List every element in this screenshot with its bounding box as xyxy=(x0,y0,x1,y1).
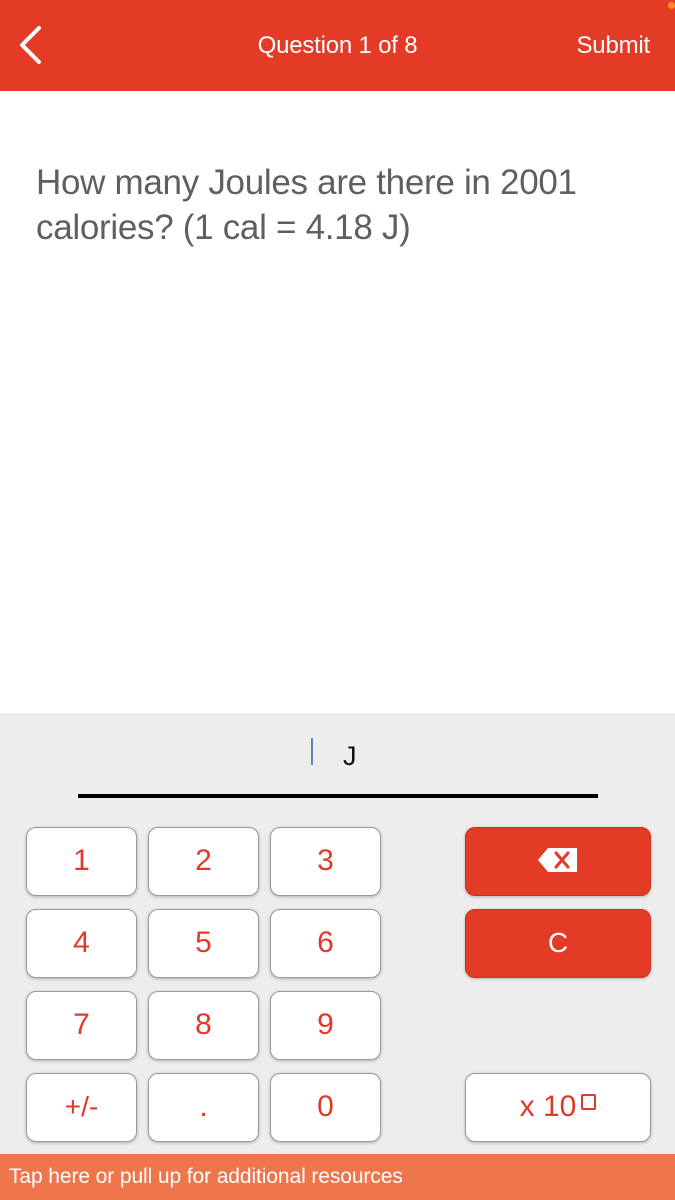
key-1[interactable]: 1 xyxy=(26,827,137,896)
status-indicator-dot xyxy=(668,2,675,9)
key-9[interactable]: 9 xyxy=(270,991,381,1060)
question-counter: Question 1 of 8 xyxy=(257,32,418,59)
key-8[interactable]: 8 xyxy=(148,991,259,1060)
key-4[interactable]: 4 xyxy=(26,909,137,978)
key-5[interactable]: 5 xyxy=(148,909,259,978)
top-bar: Question 1 of 8 Submit xyxy=(0,0,675,91)
answer-input-field[interactable] xyxy=(78,794,598,798)
key-3[interactable]: 3 xyxy=(270,827,381,896)
resources-drawer-handle[interactable]: Tap here or pull up for additional resou… xyxy=(0,1154,675,1200)
decimal-key[interactable]: . xyxy=(148,1073,259,1142)
key-2[interactable]: 2 xyxy=(148,827,259,896)
chevron-left-icon xyxy=(20,26,41,64)
clear-button[interactable]: C xyxy=(465,909,651,978)
key-6[interactable]: 6 xyxy=(270,909,381,978)
text-cursor xyxy=(311,738,313,765)
key-0[interactable]: 0 xyxy=(270,1073,381,1142)
question-text: How many Joules are there in 2001 calori… xyxy=(36,163,577,247)
key-7[interactable]: 7 xyxy=(26,991,137,1060)
exponent-box-icon xyxy=(581,1094,597,1110)
back-button[interactable] xyxy=(10,22,50,68)
plus-minus-key[interactable]: +/- xyxy=(26,1073,137,1142)
submit-button[interactable]: Submit xyxy=(577,32,651,60)
backspace-button[interactable] xyxy=(465,827,651,896)
exponent-button[interactable]: x 10 xyxy=(465,1073,651,1142)
answer-keypad-panel: J 1 2 3 4 5 6 C 7 8 9 +/- . 0 x 10 xyxy=(0,714,675,1154)
backspace-icon xyxy=(538,848,577,873)
answer-unit: J xyxy=(343,741,357,771)
exponent-label: x 10 xyxy=(519,1090,577,1123)
